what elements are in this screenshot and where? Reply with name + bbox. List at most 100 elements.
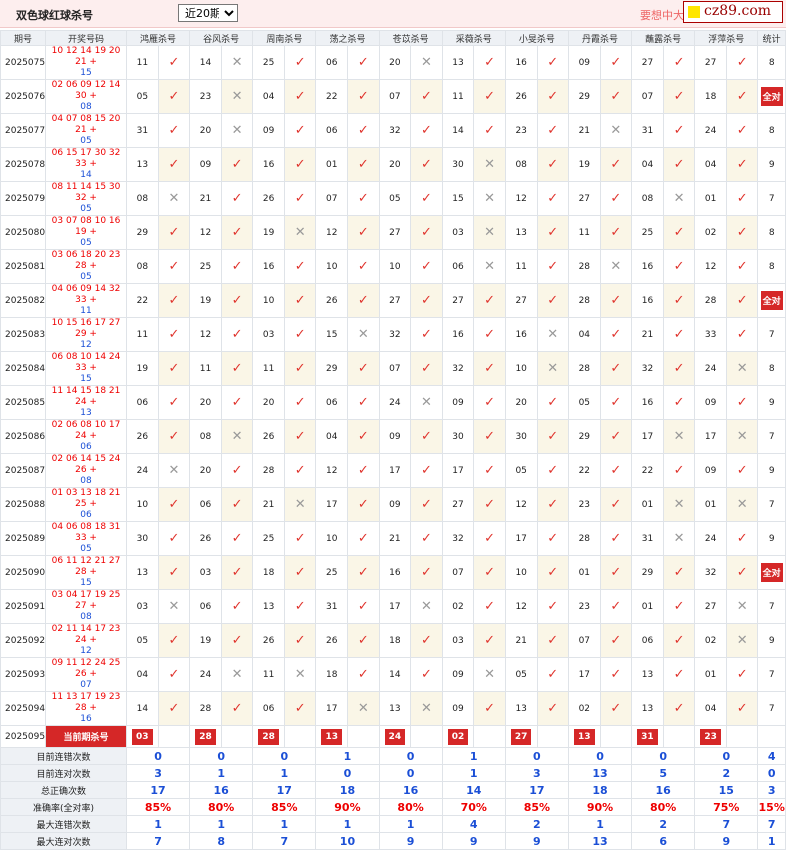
draw-row: 2025086 02 06 08 10 17 24 +06 26 ✓ 08 ✕ 26 ✓ 04 ✓… <box>0 419 786 454</box>
current-kill-cell: 31 <box>631 725 664 748</box>
result-mark: ✕ <box>347 691 380 726</box>
check-icon: ✓ <box>736 564 748 580</box>
winning-numbers: 11 14 15 18 21 24 +13 <box>45 385 127 420</box>
result-mark: ✓ <box>536 555 569 590</box>
result-mark: ✓ <box>220 589 254 624</box>
kill-number: 02 <box>694 215 727 250</box>
result-mark: ✕ <box>473 249 506 284</box>
stat-row: 最大连对次数 7 8 7 10 9 9 9 13 6 9 1 <box>0 832 786 850</box>
kill-number: 11 <box>189 351 222 386</box>
check-icon: ✓ <box>547 428 559 444</box>
check-icon: ✓ <box>421 190 432 206</box>
cross-icon: ✕ <box>736 428 748 444</box>
kill-number: 18 <box>694 79 727 114</box>
result-mark: ✓ <box>283 521 317 556</box>
result-mark: ✓ <box>410 215 443 250</box>
kill-number: 04 <box>694 691 727 726</box>
blue-number: 08 <box>80 102 92 112</box>
check-icon: ✓ <box>294 156 306 172</box>
stat-label: 目前连错次数 <box>0 747 127 765</box>
stat-row: 最大连错次数 1 1 1 1 1 4 2 1 2 7 7 <box>0 815 786 833</box>
draw-row: 2025077 04 07 08 15 20 21 +05 31 ✓ 20 ✕ 09 ✓ 06 ✓… <box>0 113 786 148</box>
result-mark: ✓ <box>157 623 191 658</box>
header-row: 期号 开奖号码 鸿雁杀号 谷风杀号 周南杀号 荡之杀号 苍苡杀号 采薇杀号 小旻杀号 丹霞杀号 蘸露… <box>0 30 786 46</box>
check-icon: ✓ <box>736 156 748 172</box>
red-numbers: 06 11 12 21 27 28 + <box>51 556 121 578</box>
result-mark: ✓ <box>410 351 443 386</box>
column-header: 鸿雁杀号 <box>125 30 191 46</box>
winning-numbers: 10 12 14 19 20 21 +15 <box>45 45 127 80</box>
kill-number: 24 <box>694 521 727 556</box>
draw-row: 2025085 11 14 15 18 21 24 +13 06 ✓ 20 ✓ 20 ✓ 06 ✓… <box>0 385 786 420</box>
period-select[interactable]: 近20期 <box>178 4 238 22</box>
check-icon: ✓ <box>357 360 369 376</box>
check-icon: ✓ <box>484 428 496 444</box>
winning-numbers: 09 11 12 24 25 26 +07 <box>45 657 127 692</box>
total-cell: 7 <box>757 487 786 522</box>
result-mark: ✓ <box>536 283 569 318</box>
period-cell: 2025077 <box>0 113 47 148</box>
result-mark: ✓ <box>157 283 191 318</box>
check-icon: ✓ <box>231 190 243 206</box>
kill-number: 15 <box>441 181 475 216</box>
kill-number: 06 <box>252 691 285 726</box>
kill-number: 20 <box>378 45 412 80</box>
promo-text[interactable]: 要想中大 <box>640 7 684 23</box>
check-icon: ✓ <box>673 122 685 138</box>
kill-number: 14 <box>441 113 475 148</box>
total-cell: 7 <box>757 181 786 216</box>
kill-number: 07 <box>378 351 412 386</box>
kill-number: 22 <box>567 453 601 488</box>
kill-number-table: 期号 开奖号码 鸿雁杀号 谷风杀号 周南杀号 荡之杀号 苍苡杀号 采薇杀号 小旻杀号 丹霞杀号 蘸露… <box>0 30 786 850</box>
check-icon: ✓ <box>357 632 369 648</box>
stat-value: 90% <box>567 798 633 816</box>
check-icon: ✓ <box>484 360 496 376</box>
kill-number: 16 <box>252 249 285 284</box>
cross-icon: ✕ <box>484 258 496 274</box>
result-mark: ✓ <box>220 385 254 420</box>
result-mark: ✓ <box>725 113 759 148</box>
kill-number: 26 <box>252 623 285 658</box>
check-icon: ✓ <box>547 156 559 172</box>
kill-number: 23 <box>567 589 601 624</box>
site-logo[interactable]: cz89.com <box>683 1 783 23</box>
draw-row: 2025076 02 06 09 12 14 30 +08 05 ✓ 23 ✕ 04 ✓ 22 ✓… <box>0 79 786 114</box>
kill-number: 27 <box>504 283 538 318</box>
draw-row: 2025091 03 04 17 19 25 27 +08 03 ✕ 06 ✓ 13 ✓ 31 ✓… <box>0 589 786 624</box>
result-mark: ✓ <box>662 623 696 658</box>
check-icon: ✓ <box>357 54 369 70</box>
result-mark: ✓ <box>410 419 443 454</box>
result-mark: ✕ <box>157 453 191 488</box>
check-icon: ✓ <box>673 224 685 240</box>
winning-numbers: 10 15 16 17 27 29 +12 <box>45 317 127 352</box>
kill-number: 17 <box>441 453 475 488</box>
kill-number: 12 <box>315 215 349 250</box>
result-mark: ✓ <box>347 487 380 522</box>
cross-icon: ✕ <box>231 122 243 138</box>
kill-number: 06 <box>441 249 475 284</box>
check-icon: ✓ <box>547 564 559 580</box>
stat-value: 80% <box>378 798 443 816</box>
check-icon: ✓ <box>547 394 559 410</box>
kill-number: 08 <box>125 181 159 216</box>
result-mark: ✓ <box>410 657 443 692</box>
kill-number: 06 <box>315 385 349 420</box>
red-numbers: 02 06 09 12 14 30 + <box>51 80 121 102</box>
column-header: 谷风杀号 <box>189 30 254 46</box>
result-mark: ✓ <box>473 487 506 522</box>
total-cell: 9 <box>757 521 786 556</box>
current-kill-cell: 02 <box>441 725 475 748</box>
stat-value: 85% <box>504 798 569 816</box>
check-icon: ✓ <box>673 462 685 478</box>
result-mark: ✓ <box>283 555 317 590</box>
check-icon: ✓ <box>547 292 559 308</box>
kill-number: 21 <box>631 317 664 352</box>
kill-number: 33 <box>694 317 727 352</box>
result-mark: ✓ <box>662 317 696 352</box>
kill-number: 27 <box>694 45 727 80</box>
cross-icon: ✕ <box>673 530 685 546</box>
result-mark: ✓ <box>725 283 759 318</box>
kill-number: 26 <box>125 419 159 454</box>
current-kill-number: 02 <box>447 728 469 745</box>
kill-number: 03 <box>252 317 285 352</box>
